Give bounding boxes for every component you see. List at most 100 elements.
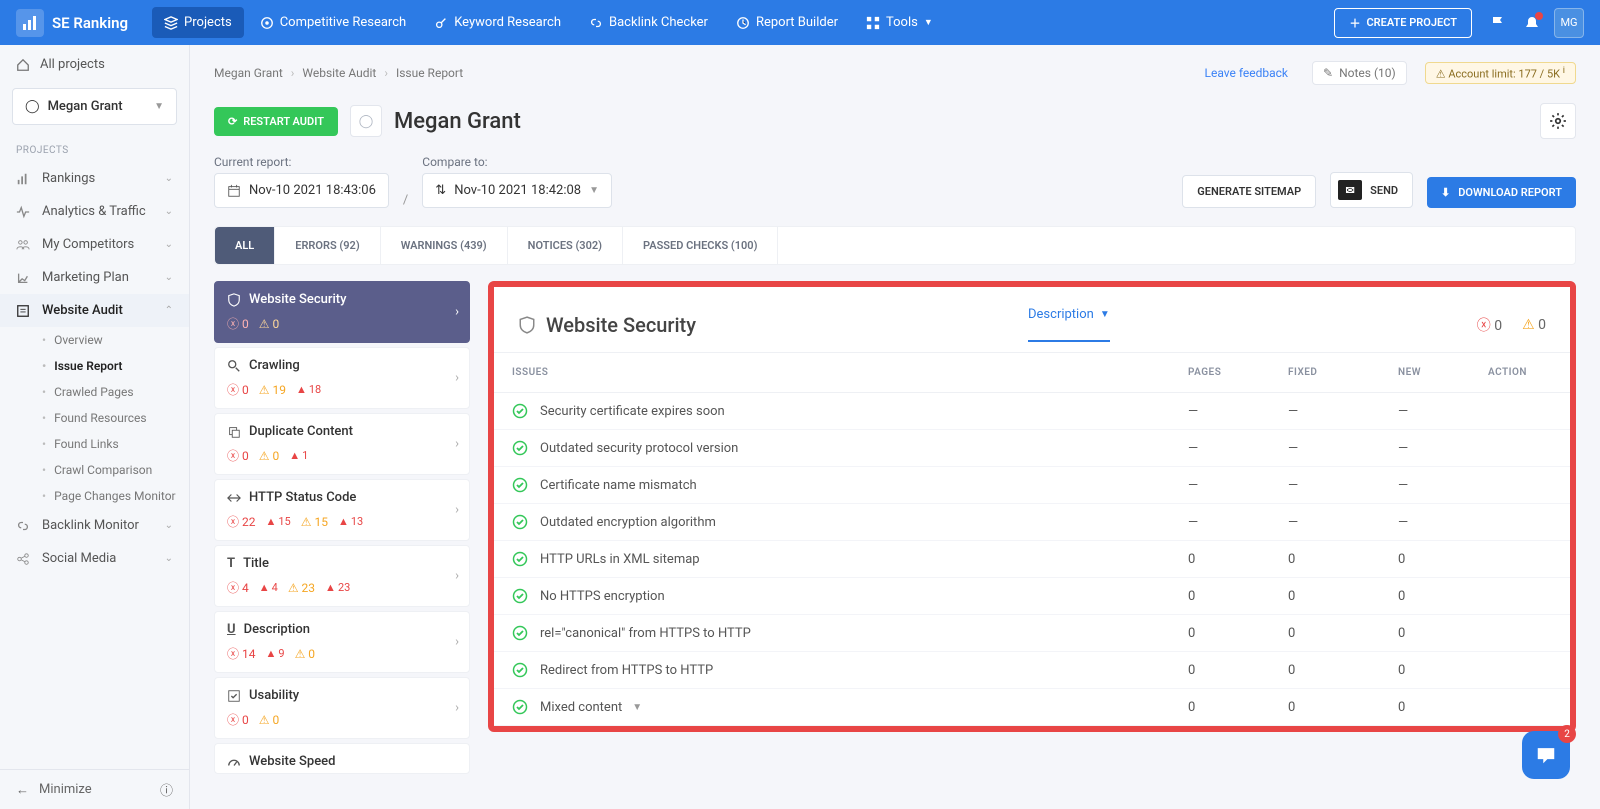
bars-icon (16, 172, 30, 186)
sub-crawled-pages[interactable]: Crawled Pages (34, 379, 189, 405)
sub-issue-report[interactable]: Issue Report (34, 353, 189, 379)
notes-label: Notes (10) (1339, 66, 1396, 80)
warn-count: ⚠ 0 (259, 713, 279, 727)
nav-backlink[interactable]: Backlink Checker (577, 7, 720, 38)
breadcrumb-link[interactable]: Megan Grant (214, 66, 283, 80)
chevron-right-icon: › (455, 305, 459, 320)
compare-label: Compare to: (422, 155, 612, 169)
new-cell: — (1380, 430, 1470, 467)
cat-title[interactable]: TTitle ⓧ 4▲ 4⚠ 23▲ 23 › (214, 545, 470, 607)
cat-duplicate[interactable]: Duplicate Content ⓧ 0⚠ 0▲ 1 › (214, 413, 470, 475)
sub-found-resources[interactable]: Found Resources (34, 405, 189, 431)
all-projects-label: All projects (40, 57, 105, 72)
notes-button[interactable]: ✎Notes (10) (1312, 61, 1407, 85)
speed-icon (227, 755, 241, 769)
nav-tools[interactable]: Tools ▼ (854, 7, 945, 38)
sidebar-item-competitors[interactable]: My Competitors⌄ (0, 228, 189, 261)
help-icon[interactable]: ⓘ (160, 780, 173, 799)
table-row[interactable]: rel="canonical" from HTTPS to HTTP000 (494, 615, 1570, 652)
sidebar-item-marketing[interactable]: Marketing Plan⌄ (0, 261, 189, 294)
action-cell (1470, 430, 1570, 467)
sub-crawl-comparison[interactable]: Crawl Comparison (34, 457, 189, 483)
download-report-button[interactable]: ⬇DOWNLOAD REPORT (1427, 177, 1576, 208)
bell-icon[interactable] (1524, 15, 1540, 31)
nav-competitive[interactable]: Competitive Research (248, 7, 418, 38)
cat-http[interactable]: HTTP Status Code ⓧ 22▲ 15⚠ 15▲ 13 › (214, 479, 470, 541)
fixed-cell: — (1270, 393, 1380, 430)
current-report-date[interactable]: Nov-10 2021 18:43:06 (214, 173, 389, 208)
chevron-down-icon: ▼ (632, 702, 642, 713)
page-header: ⟳RESTART AUDIT ◯ Megan Grant (190, 93, 1600, 149)
generate-sitemap-button[interactable]: GENERATE SITEMAP (1182, 175, 1316, 208)
restart-audit-button[interactable]: ⟳RESTART AUDIT (214, 107, 338, 136)
compare-date-select[interactable]: ⇅Nov-10 2021 18:42:08▼ (422, 173, 612, 208)
date-separator: / (403, 193, 408, 208)
calendar-icon (227, 184, 241, 198)
detail-panel: Website Security Description▼ ⓧ 0 ⚠ 0 IS… (488, 281, 1576, 732)
sub-page-changes[interactable]: Page Changes Monitor (34, 483, 189, 509)
nav-report[interactable]: Report Builder (724, 7, 850, 38)
brand[interactable]: SE Ranking (16, 9, 128, 37)
sidebar-item-label: Backlink Monitor (42, 518, 139, 533)
chevron-down-icon: ⌄ (165, 553, 173, 564)
link-icon (16, 519, 30, 533)
tab-notices[interactable]: NOTICES (302) (508, 227, 623, 264)
account-limit-badge[interactable]: ⚠ Account limit: 177 / 5K i (1425, 62, 1576, 85)
project-select[interactable]: ◯Megan Grant ▼ (12, 88, 177, 125)
breadcrumbs: Megan Grant › Website Audit › Issue Repo… (190, 45, 1600, 93)
error-count: ⓧ 0 (227, 381, 249, 398)
table-row[interactable]: Outdated encryption algorithm——— (494, 504, 1570, 541)
user-avatar[interactable]: MG (1554, 8, 1584, 38)
flag-icon[interactable] (1490, 15, 1506, 31)
table-row[interactable]: HTTP URLs in XML sitemap000 (494, 541, 1570, 578)
table-row[interactable]: Redirect from HTTPS to HTTP000 (494, 652, 1570, 689)
current-date-value: Nov-10 2021 18:43:06 (249, 183, 376, 198)
chevron-down-icon: ⌄ (165, 272, 173, 283)
cat-description[interactable]: UDescription ⓧ 14▲ 9⚠ 0 › (214, 611, 470, 673)
cat-label: Title (243, 556, 269, 571)
table-row[interactable]: Mixed content ▼000 (494, 689, 1570, 726)
table-row[interactable]: Outdated security protocol version——— (494, 430, 1570, 467)
nav-tools-label: Tools (886, 15, 918, 30)
send-button[interactable]: ✉SEND (1330, 172, 1413, 208)
audit-icon (16, 304, 30, 318)
sidebar-item-backlink[interactable]: Backlink Monitor⌄ (0, 509, 189, 542)
settings-button[interactable] (1540, 103, 1576, 139)
new-cell: 0 (1380, 689, 1470, 726)
cat-label: HTTP Status Code (249, 490, 356, 505)
nav-keyword[interactable]: Keyword Research (422, 7, 573, 38)
table-row[interactable]: No HTTPS encryption000 (494, 578, 1570, 615)
chat-widget[interactable]: 2 (1522, 731, 1570, 779)
sub-found-links[interactable]: Found Links (34, 431, 189, 457)
cat-security[interactable]: Website Security ⓧ 0⚠ 0 › (214, 281, 470, 343)
nav-projects[interactable]: Projects (152, 7, 244, 38)
tab-errors[interactable]: ERRORS (92) (275, 227, 380, 264)
tab-warnings[interactable]: WARNINGS (439) (381, 227, 508, 264)
leave-feedback-link[interactable]: Leave feedback (1205, 66, 1289, 80)
sub-overview[interactable]: Overview (34, 327, 189, 353)
issue-name: Security certificate expires soon (540, 404, 725, 419)
description-tab[interactable]: Description▼ (1028, 307, 1110, 342)
sidebar-item-analytics[interactable]: Analytics & Traffic⌄ (0, 195, 189, 228)
breadcrumb-link[interactable]: Website Audit (302, 66, 376, 80)
download-label: DOWNLOAD REPORT (1458, 186, 1562, 199)
issue-name: rel="canonical" from HTTPS to HTTP (540, 626, 751, 641)
cat-speed[interactable]: Website Speed (214, 743, 470, 774)
fixed-cell: 0 (1270, 652, 1380, 689)
tab-passed[interactable]: PASSED CHECKS (100) (623, 227, 778, 264)
table-row[interactable]: Certificate name mismatch——— (494, 467, 1570, 504)
sidebar-item-rankings[interactable]: Rankings⌄ (0, 162, 189, 195)
sidebar-all-projects[interactable]: All projects (0, 45, 189, 84)
sidebar-item-website-audit[interactable]: Website Audit⌃ (0, 294, 189, 327)
cat-crawling[interactable]: Crawling ⓧ 0⚠ 19▲ 18 › (214, 347, 470, 409)
cat-label: Duplicate Content (249, 424, 353, 439)
sidebar-minimize[interactable]: ← Minimize ⓘ (0, 769, 189, 809)
issue-name: HTTP URLs in XML sitemap (540, 552, 700, 567)
table-row[interactable]: Security certificate expires soon——— (494, 393, 1570, 430)
create-project-button[interactable]: ＋CREATE PROJECT (1334, 8, 1472, 38)
http-icon (227, 491, 241, 505)
tab-all[interactable]: ALL (215, 227, 275, 264)
cat-usability[interactable]: Usability ⓧ 0⚠ 0 › (214, 677, 470, 739)
sidebar-item-label: Social Media (42, 551, 116, 566)
sidebar-item-social[interactable]: Social Media ⌄ (0, 542, 189, 575)
